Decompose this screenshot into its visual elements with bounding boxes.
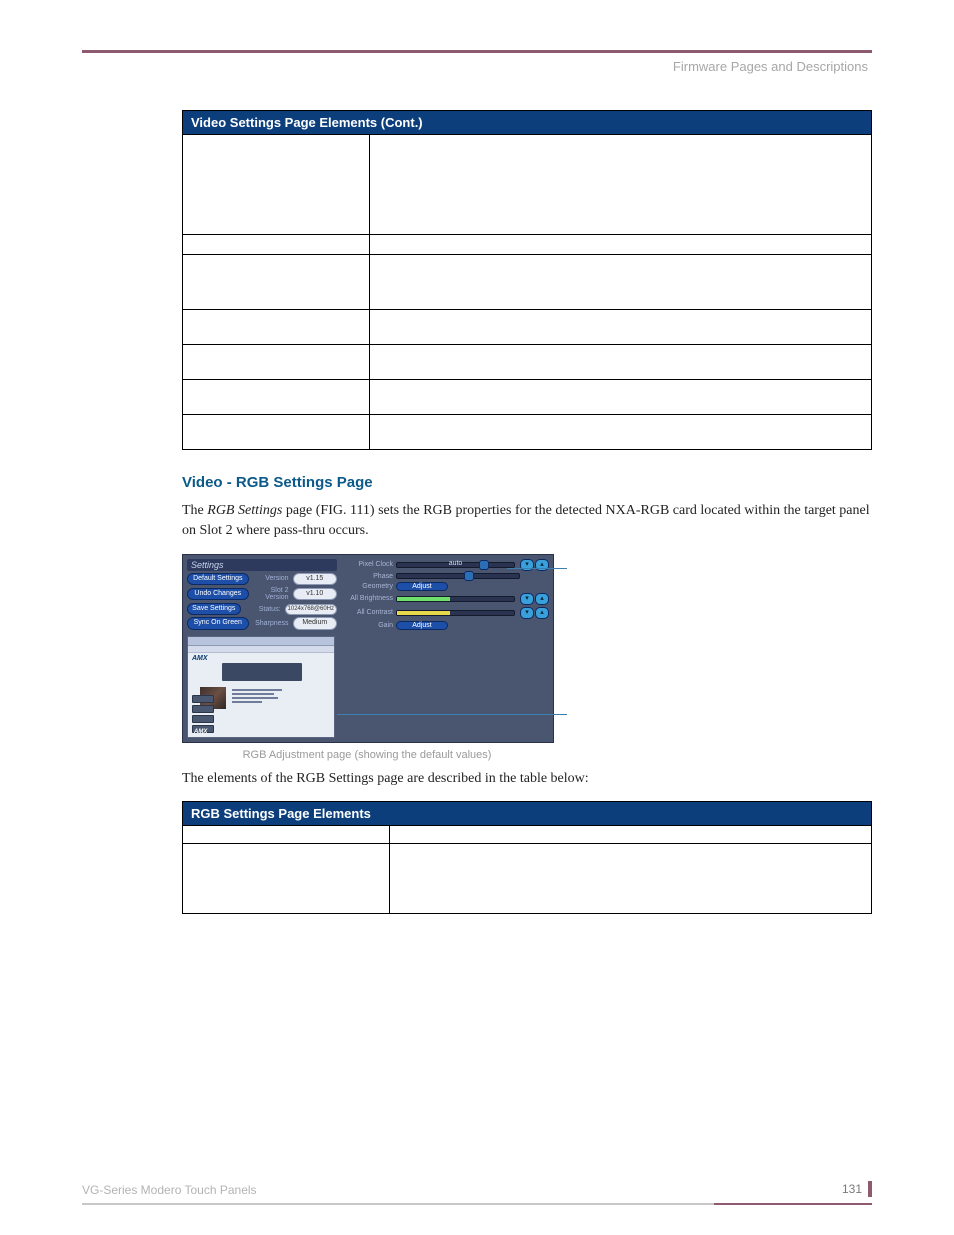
footer-page-number: 131 <box>842 1181 872 1197</box>
figure-leader-line <box>507 568 567 569</box>
fig-save-settings-button[interactable]: Save Settings <box>187 603 241 615</box>
t2-r1-c1 <box>183 826 390 844</box>
section-paragraph-2: The elements of the RGB Settings page ar… <box>182 769 872 789</box>
fig-amx-logo-2: AMX <box>194 729 207 735</box>
table1-title: Video Settings Page Elements (Cont.) <box>183 111 872 135</box>
fig-phase-slider[interactable] <box>396 573 520 579</box>
fig-settings-title: Settings <box>187 559 337 571</box>
section-paragraph-1: The RGB Settings page (FIG. 111) sets th… <box>182 501 872 542</box>
p1-c: page (FIG. 111) sets the RGB properties … <box>182 503 870 538</box>
fig-geometry-label: Geometry <box>343 583 393 590</box>
fig-preview-sidebutton <box>192 715 214 723</box>
figure-caption: RGB Adjustment page (showing the default… <box>182 749 552 761</box>
t1-r2-c2 <box>370 235 872 255</box>
fig-status-label: Status: <box>243 606 283 613</box>
fig-preview-window: AMX <box>187 636 335 738</box>
fig-default-settings-button[interactable]: Default Settings <box>187 573 249 585</box>
fig-slot-version-value: v1.10 <box>293 588 337 600</box>
t1-r5-c1 <box>183 345 370 380</box>
fig-pixelclock-label: Pixel Clock <box>343 561 393 568</box>
t1-r6-c2 <box>370 380 872 415</box>
fig-sharpness-value[interactable]: Medium <box>293 617 337 629</box>
t1-r7-c1 <box>183 415 370 450</box>
fig-contrast-up-icon[interactable]: ▴ <box>535 607 549 619</box>
fig-pixelclock-slider[interactable]: auto <box>396 562 515 568</box>
footer-product: VG-Series Modero Touch Panels <box>82 1183 257 1197</box>
t2-r1-c2 <box>390 826 872 844</box>
video-settings-table: Video Settings Page Elements (Cont.) <box>182 110 872 450</box>
section-heading: Video - RGB Settings Page <box>182 474 872 491</box>
table2-title: RGB Settings Page Elements <box>183 802 872 826</box>
t1-r4-c1 <box>183 310 370 345</box>
t1-r1-c1 <box>183 135 370 235</box>
t1-r4-c2 <box>370 310 872 345</box>
fig-allbrightness-label: All Brightness <box>343 595 393 602</box>
t1-r1-c2 <box>370 135 872 235</box>
fig-allcontrast-label: All Contrast <box>343 609 393 616</box>
fig-brightness-up-icon[interactable]: ▴ <box>535 593 549 605</box>
t1-r2-c1 <box>183 235 370 255</box>
rgb-settings-table: RGB Settings Page Elements <box>182 801 872 914</box>
fig-preview-sidebutton <box>192 695 214 703</box>
fig-pixelclock-auto: auto <box>397 560 514 567</box>
fig-status-value: 1024x768@60Hz <box>285 604 337 615</box>
header-breadcrumb: Firmware Pages and Descriptions <box>82 59 872 74</box>
fig-version-value: v1.15 <box>293 573 337 585</box>
t1-r7-c2 <box>370 415 872 450</box>
t1-r5-c2 <box>370 345 872 380</box>
fig-version-label: Version <box>251 575 291 582</box>
fig-gain-label: Gain <box>343 622 393 629</box>
fig-slot-version-label: Slot 2 Version <box>251 587 291 601</box>
fig-geometry-adjust-button[interactable]: Adjust <box>396 582 448 591</box>
t2-r2-c2 <box>390 844 872 914</box>
t1-r6-c1 <box>183 380 370 415</box>
fig-amx-logo: AMX <box>192 655 208 662</box>
t1-r3-c1 <box>183 255 370 310</box>
fig-allbrightness-slider[interactable] <box>396 596 515 602</box>
fig-brightness-down-icon[interactable]: ▾ <box>520 593 534 605</box>
figure-leader-line <box>337 714 567 715</box>
fig-allcontrast-slider[interactable] <box>396 610 515 616</box>
p1-b: RGB Settings <box>207 503 282 518</box>
fig-pixelclock-down-icon[interactable]: ▾ <box>520 559 534 571</box>
fig-gain-adjust-button[interactable]: Adjust <box>396 621 448 630</box>
p1-a: The <box>182 503 207 518</box>
t1-r3-c2 <box>370 255 872 310</box>
fig-contrast-down-icon[interactable]: ▾ <box>520 607 534 619</box>
fig-preview-sidebutton <box>192 705 214 713</box>
fig-phase-label: Phase <box>343 573 393 580</box>
fig-pixelclock-up-icon[interactable]: ▴ <box>535 559 549 571</box>
fig-undo-changes-button[interactable]: Undo Changes <box>187 588 249 600</box>
fig-sync-on-green-button[interactable]: Sync On Green <box>187 617 249 629</box>
t2-r2-c1 <box>183 844 390 914</box>
fig-sharpness-label: Sharpness <box>251 620 291 627</box>
